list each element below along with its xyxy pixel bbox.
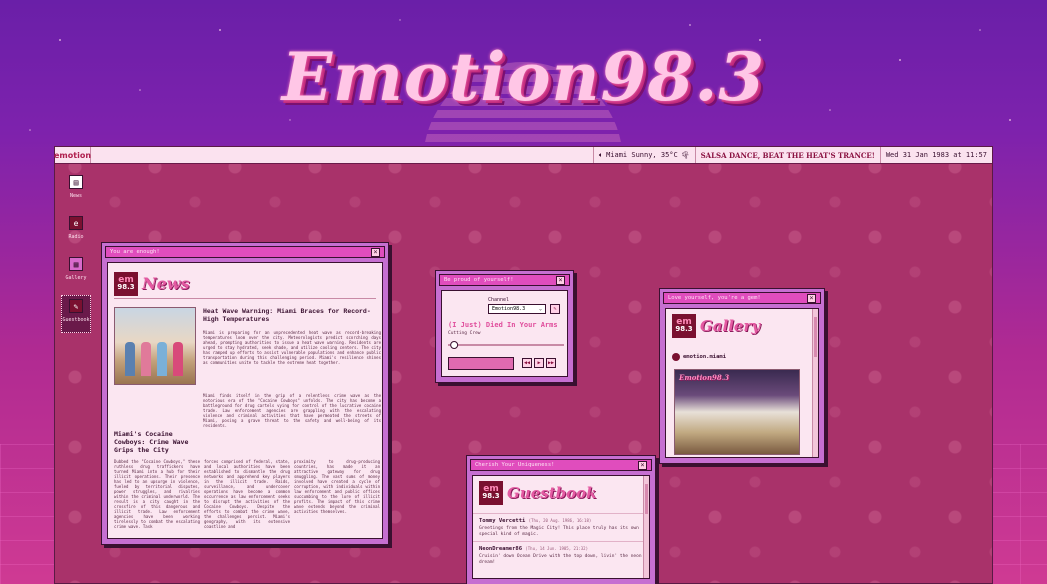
brand-logo: em 98.3 bbox=[114, 271, 138, 296]
chevron-down-icon: ⌄ bbox=[538, 306, 542, 312]
gallery-heading: Gallery bbox=[700, 317, 761, 335]
list-item: NeonDreamer86 (Thu, 14 Jun. 1985, 21:32)… bbox=[473, 541, 649, 569]
article-headline-2: Miami's Cocaine Cowboys: Crime Wave Grip… bbox=[114, 430, 189, 454]
article-intro: Miami finds itself in the grip of a rele… bbox=[203, 393, 381, 428]
guestbook-heading: Guestbook bbox=[507, 484, 597, 502]
song-artist: Cutting Crew bbox=[448, 331, 481, 336]
entry-date: (Thu, 20 Aug. 1986, 16:18) bbox=[528, 518, 592, 523]
channel-label: Channel bbox=[488, 297, 510, 303]
gallery-photo[interactable]: Emotion98.3 bbox=[674, 369, 800, 455]
taskbar-datetime: Wed 31 Jan 1983 at 11:57 bbox=[879, 147, 992, 163]
close-icon[interactable]: × bbox=[556, 275, 565, 285]
list-item: Tommy Vercetti (Thu, 20 Aug. 1986, 16:18… bbox=[473, 513, 649, 541]
taskbar-weather: 🔈︎ Miami Sunny, 35°C 🌴︎ bbox=[592, 147, 695, 163]
fast-forward-button[interactable]: ▶▶ bbox=[546, 358, 556, 368]
news-heading: News bbox=[142, 274, 190, 293]
radio-window[interactable]: Be proud of yourself! × Channel Emotion9… bbox=[435, 270, 574, 383]
article-column: Dubbed the "Cocaine Cowboys," these ruth… bbox=[114, 459, 200, 529]
desktop-icon-radio[interactable]: e Radio bbox=[61, 213, 91, 251]
volume-slider[interactable] bbox=[448, 341, 564, 349]
desktop-icon-label: Gallery bbox=[65, 275, 87, 281]
guestbook-header: em 98.3 Guestbook bbox=[473, 476, 649, 513]
gallery-account[interactable]: emotion.miami bbox=[672, 353, 726, 361]
radio-window-body: Channel Emotion98.3 ⌄ ✎ (I Just) Died In… bbox=[441, 290, 568, 377]
desktop-icons: ▤ News e Radio ▦ Gallery ✎ Guestbook bbox=[61, 172, 91, 336]
taskbar: emotion 🔈︎ Miami Sunny, 35°C 🌴︎ SALSA DA… bbox=[54, 147, 992, 164]
article-column: proximity to drug-producing countries, h… bbox=[294, 459, 380, 514]
gallery-window-body: em 98.3 Gallery emotion.miami Emotion98.… bbox=[665, 308, 819, 458]
entry-message: Greetings from the Magic City! This plac… bbox=[479, 526, 639, 537]
desktop-icon-news[interactable]: ▤ News bbox=[61, 172, 91, 210]
article-column: forces comprised of federal, state, and … bbox=[204, 459, 290, 529]
gallery-header: em 98.3 Gallery bbox=[672, 314, 760, 338]
entry-name: NeonDreamer86 bbox=[479, 546, 523, 552]
song-title: (I Just) Died In Your Arms bbox=[448, 321, 558, 329]
news-window[interactable]: You are enough! × em 98.3 News Heat Wave… bbox=[101, 242, 389, 545]
desktop: emotion 🔈︎ Miami Sunny, 35°C 🌴︎ SALSA DA… bbox=[54, 146, 993, 584]
desktop-icon-label: News bbox=[69, 193, 83, 199]
scrollbar[interactable] bbox=[643, 476, 649, 578]
play-button[interactable]: ▶ bbox=[534, 358, 544, 368]
rewind-button[interactable]: ◀◀ bbox=[522, 358, 532, 368]
desktop-icon-label: Radio bbox=[68, 234, 84, 240]
window-title: Love yourself, you're a gem! bbox=[668, 295, 761, 301]
article-body: Miami is preparing for an unprecedented … bbox=[203, 330, 381, 365]
entry-name: Tommy Vercetti bbox=[479, 518, 526, 524]
newspaper-icon: ▤ bbox=[69, 175, 83, 189]
brand-logo: em 98.3 bbox=[479, 481, 503, 505]
radio-window-titlebar[interactable]: Be proud of yourself! × bbox=[439, 274, 570, 286]
close-icon[interactable]: × bbox=[638, 460, 647, 470]
gallery-window-titlebar[interactable]: Love yourself, you're a gem! × bbox=[663, 292, 821, 304]
taskbar-logo[interactable]: emotion bbox=[54, 147, 91, 163]
desktop-icon-label: Guestbook bbox=[62, 317, 90, 323]
desktop-icon-guestbook[interactable]: ✎ Guestbook bbox=[61, 295, 91, 333]
photo-caption: Emotion98.3 bbox=[679, 373, 730, 382]
volume-slider-thumb[interactable] bbox=[450, 341, 459, 349]
guestbook-icon: ✎ bbox=[69, 299, 83, 313]
brand-logo: em 98.3 bbox=[672, 314, 696, 338]
close-icon[interactable]: × bbox=[807, 293, 816, 303]
radio-icon: e bbox=[69, 216, 83, 230]
news-photo bbox=[114, 307, 196, 385]
news-window-body: em 98.3 News Heat Wave Warning: Miami Br… bbox=[107, 262, 383, 539]
entry-date: (Thu, 14 Jun. 1985, 21:32) bbox=[525, 546, 588, 551]
window-title: Be proud of yourself! bbox=[444, 277, 514, 283]
guestbook-window-titlebar[interactable]: Cherish Your Uniqueness! × bbox=[470, 459, 652, 471]
taskbar-news-ticker: SALSA DANCE, BEAT THE HEAT'S TRANCE! bbox=[694, 147, 880, 163]
guestbook-window-body: em 98.3 Guestbook Tommy Vercetti (Thu, 2… bbox=[472, 475, 650, 579]
window-title: Cherish Your Uniqueness! bbox=[475, 462, 555, 468]
article-columns: Dubbed the "Cocaine Cowboys," these ruth… bbox=[114, 459, 380, 529]
palm-tree-icon: 🌴︎ bbox=[680, 151, 690, 159]
close-icon[interactable]: × bbox=[371, 247, 380, 257]
desktop-icon-gallery[interactable]: ▦ Gallery bbox=[61, 254, 91, 292]
speaker-icon[interactable]: 🔈︎ bbox=[599, 151, 603, 160]
entry-message: Cruisin' down Ocean Drive with the top d… bbox=[479, 554, 642, 565]
guestbook-window[interactable]: Cherish Your Uniqueness! × em 98.3 Guest… bbox=[466, 455, 656, 584]
visualizer bbox=[448, 357, 514, 370]
gallery-icon: ▦ bbox=[69, 257, 83, 271]
window-title: You are enough! bbox=[110, 249, 160, 255]
gallery-window[interactable]: Love yourself, you're a gem! × em 98.3 G… bbox=[659, 288, 825, 464]
news-window-titlebar[interactable]: You are enough! × bbox=[105, 246, 385, 258]
site-logo-title: Emotion98.3 bbox=[281, 38, 766, 116]
scrollbar[interactable] bbox=[812, 309, 818, 457]
channel-go-button[interactable]: ✎ bbox=[550, 304, 560, 314]
channel-select[interactable]: Emotion98.3 ⌄ bbox=[488, 304, 546, 314]
article-headline: Heat Wave Warning: Miami Braces for Reco… bbox=[203, 308, 371, 323]
avatar bbox=[672, 353, 680, 361]
playback-controls: ◀◀ ▶ ▶▶ bbox=[522, 358, 556, 368]
news-header: em 98.3 News bbox=[114, 269, 376, 299]
weather-text: Miami Sunny, 35°C bbox=[606, 151, 678, 159]
